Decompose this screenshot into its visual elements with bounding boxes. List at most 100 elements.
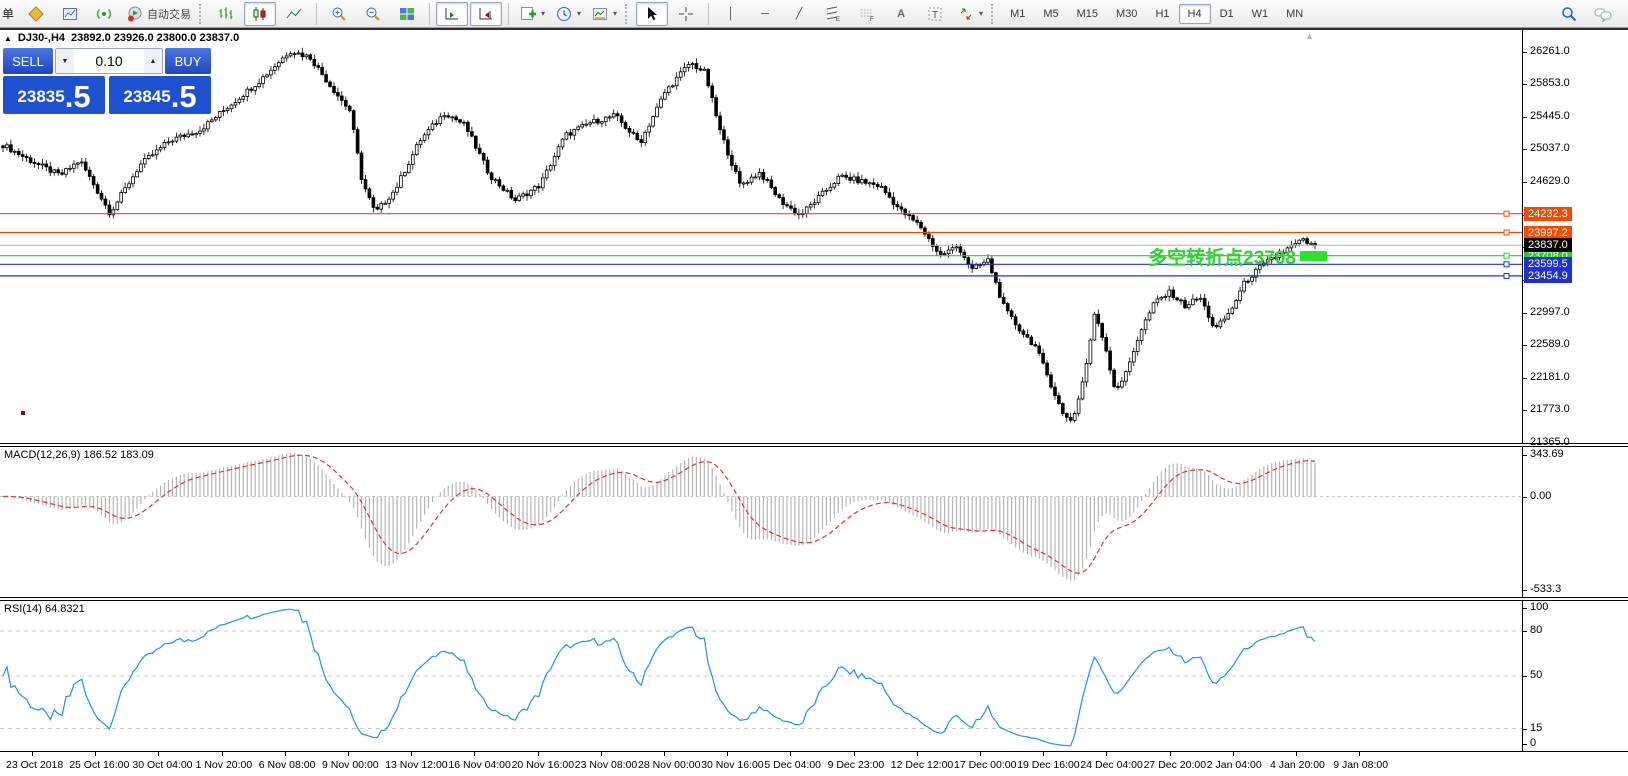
axis-tick-mark xyxy=(1523,149,1527,150)
auto-scroll-icon[interactable] xyxy=(470,2,502,26)
autotrading-button[interactable]: 自动交易 xyxy=(122,2,195,26)
chart-object-dot[interactable] xyxy=(21,411,25,415)
text-label-tool[interactable]: T xyxy=(919,2,951,26)
timeframe-MN[interactable]: MN xyxy=(1277,4,1312,24)
time-tick-mark xyxy=(1170,752,1171,756)
buy-button[interactable]: BUY xyxy=(165,48,211,74)
time-tick-mark xyxy=(854,752,855,756)
macd-axis[interactable]: 343.690.00-533.3 xyxy=(1522,447,1628,597)
time-tick-mark xyxy=(917,752,918,756)
toolbar-grip[interactable] xyxy=(199,4,206,24)
time-tick-mark xyxy=(538,752,539,756)
time-tick-label: 17 Dec 00:00 xyxy=(954,759,1016,771)
dropdown-icon[interactable]: ▾ xyxy=(613,9,617,18)
gold-order-icon[interactable] xyxy=(20,2,52,26)
time-tick-mark xyxy=(474,752,475,756)
hline-price-label: 23454.9 xyxy=(1524,269,1572,283)
toolbar-grip[interactable] xyxy=(625,4,632,24)
volume-decrease-button[interactable]: ▼ xyxy=(56,49,74,73)
time-tick-mark xyxy=(95,752,96,756)
toolbar-grip[interactable] xyxy=(991,4,998,24)
rsi-label: RSI(14) 64.8321 xyxy=(4,603,85,615)
line-chart-icon[interactable] xyxy=(278,2,310,26)
timeframe-W1[interactable]: W1 xyxy=(1243,4,1278,24)
time-tick-mark xyxy=(790,752,791,756)
pivot-annotation-box[interactable] xyxy=(1300,251,1327,261)
tile-windows-icon[interactable] xyxy=(391,2,423,26)
top-toolbar: 单 自动交易 ▾ ▾ xyxy=(0,0,1628,28)
collapse-icon[interactable]: ▲ xyxy=(4,34,12,43)
timeframe-H4[interactable]: H4 xyxy=(1179,4,1211,24)
time-tick-mark xyxy=(1233,752,1234,756)
volume-increase-button[interactable]: ▲ xyxy=(144,49,162,73)
fibonacci-grid-tool[interactable]: F xyxy=(851,2,883,26)
time-tick-label: 24 Dec 04:00 xyxy=(1080,759,1142,771)
price-tick-label: 21773.0 xyxy=(1530,403,1570,415)
time-tick-mark xyxy=(222,752,223,756)
volume-input[interactable]: 0.10 xyxy=(74,49,144,73)
chat-icon[interactable] xyxy=(1587,2,1619,26)
chart-template-button[interactable]: ▾ xyxy=(587,2,621,26)
zoom-out-icon[interactable] xyxy=(357,2,389,26)
macd-pane: MACD(12,26,9) 186.52 183.09 343.690.00-5… xyxy=(0,447,1628,597)
price-tick-label: 25037.0 xyxy=(1530,142,1570,154)
axis-tick-mark xyxy=(1523,378,1527,379)
market-watch-icon[interactable] xyxy=(54,2,86,26)
time-tick-mark xyxy=(1043,752,1044,756)
zoom-in-icon[interactable] xyxy=(323,2,355,26)
price-axis[interactable]: 26261.025853.025445.025037.024629.024221… xyxy=(1522,30,1628,443)
axis-tick-mark xyxy=(1523,676,1527,677)
time-tick-label: 19 Dec 16:00 xyxy=(1017,759,1079,771)
timeframe-H1[interactable]: H1 xyxy=(1146,4,1178,24)
vertical-line-tool[interactable]: │ xyxy=(715,2,747,26)
new-order-button[interactable]: 单 xyxy=(2,5,15,22)
price-tick-label: 25445.0 xyxy=(1530,110,1570,122)
sell-button[interactable]: SELL xyxy=(3,48,53,74)
time-tick-label: 9 Nov 00:00 xyxy=(322,759,379,771)
bar-chart-icon[interactable] xyxy=(210,2,242,26)
arrows-tool[interactable]: ▾ xyxy=(953,2,987,26)
time-tick-label: 16 Nov 04:00 xyxy=(448,759,510,771)
axis-tick-mark xyxy=(1523,84,1527,85)
macd-label: MACD(12,26,9) 186.52 183.09 xyxy=(4,449,154,461)
hline-price-label: 24232.3 xyxy=(1524,207,1572,221)
dropdown-icon[interactable]: ▾ xyxy=(577,9,581,18)
pivot-annotation-text[interactable]: 多空转折点23708 xyxy=(1058,243,1296,270)
timeframe-M5[interactable]: M5 xyxy=(1034,4,1067,24)
volume-stepper: ▼ 0.10 ▲ xyxy=(55,48,163,74)
time-tick-mark xyxy=(727,752,728,756)
crosshair-icon[interactable] xyxy=(670,2,702,26)
cursor-icon[interactable] xyxy=(636,2,668,26)
time-tick-mark xyxy=(32,752,33,756)
rsi-chart[interactable] xyxy=(0,601,1522,751)
text-tool[interactable]: A xyxy=(885,2,917,26)
macd-scale-bottom: -533.3 xyxy=(1530,583,1561,595)
search-icon[interactable] xyxy=(1553,2,1585,26)
timeframe-D1[interactable]: D1 xyxy=(1211,4,1243,24)
trendline-tool[interactable]: ╱ xyxy=(783,2,815,26)
dropdown-icon[interactable]: ▾ xyxy=(541,9,545,18)
main-chart-pane: ▲ DJ30-,H4 23892.0 23926.0 23800.0 23837… xyxy=(0,30,1628,443)
time-tick-label: 20 Nov 16:00 xyxy=(512,759,574,771)
new-chart-button[interactable]: ▾ xyxy=(515,2,549,26)
chart-shift-icon[interactable] xyxy=(436,2,468,26)
period-clock-button[interactable]: ▾ xyxy=(551,2,585,26)
macd-chart[interactable] xyxy=(0,447,1522,597)
candlestick-chart-icon[interactable] xyxy=(244,2,276,26)
timeframe-M15[interactable]: M15 xyxy=(1068,4,1107,24)
signal-icon[interactable] xyxy=(88,2,120,26)
time-tick-label: 6 Nov 08:00 xyxy=(259,759,316,771)
timeframe-M1[interactable]: M1 xyxy=(1001,4,1034,24)
timeframe-M30[interactable]: M30 xyxy=(1107,4,1146,24)
fibonacci-tool[interactable]: E xyxy=(817,2,849,26)
time-axis[interactable]: 23 Oct 201825 Oct 16:0030 Oct 04:001 Nov… xyxy=(0,751,1628,776)
main-price-chart[interactable] xyxy=(0,30,1522,443)
dropdown-icon[interactable]: ▾ xyxy=(979,9,983,18)
buy-price[interactable]: 23845.5 xyxy=(109,76,211,114)
rsi-axis[interactable]: 1008050150 xyxy=(1522,601,1628,751)
time-tick-label: 5 Dec 04:00 xyxy=(764,759,821,771)
sell-price[interactable]: 23835.5 xyxy=(3,76,105,114)
time-tick-mark xyxy=(1296,752,1297,756)
time-tick-label: 28 Nov 00:00 xyxy=(638,759,700,771)
horizontal-line-tool[interactable]: ─ xyxy=(749,2,781,26)
